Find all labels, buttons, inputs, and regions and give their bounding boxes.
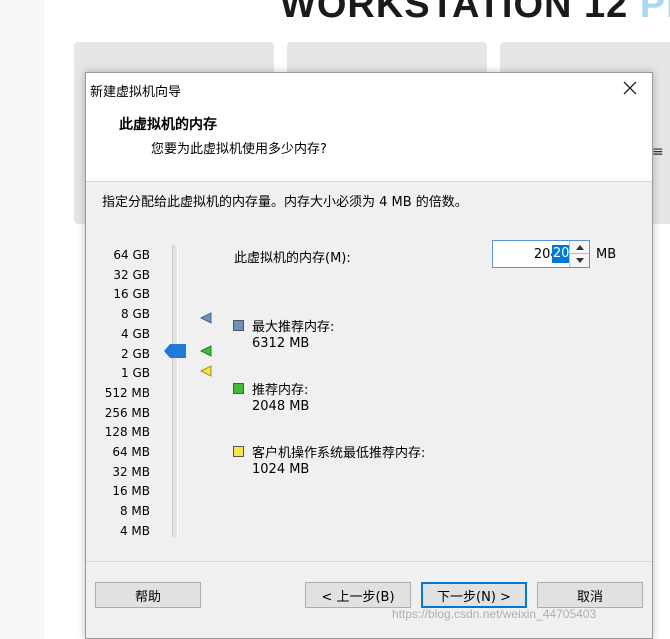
cancel-button[interactable]: 取消: [537, 582, 643, 608]
footer-divider: [86, 561, 652, 562]
watermark: https://blog.csdn.net/weixin_44705403: [392, 607, 597, 621]
memory-increment-button[interactable]: [569, 241, 589, 254]
chevron-up-icon: [575, 244, 584, 250]
instruction-text: 指定分配给此虚拟机的内存量。内存大小必须为 4 MB 的倍数。: [102, 195, 468, 210]
max-recommended-value: 6312 MB: [252, 336, 310, 351]
scale-label[interactable]: 512 MB: [105, 383, 150, 403]
minimum-recommended-swatch: [233, 446, 244, 457]
scale-label[interactable]: 256 MB: [105, 403, 150, 423]
scale-label[interactable]: 4 MB: [120, 521, 150, 541]
scale-label[interactable]: 8 MB: [120, 501, 150, 521]
recommended-marker-icon: [200, 345, 212, 357]
memory-spinbox[interactable]: 2048: [492, 240, 590, 268]
close-button[interactable]: [608, 73, 652, 105]
back-button[interactable]: < 上一步(B): [305, 582, 411, 608]
max-recommended-marker-icon: [200, 312, 212, 324]
memory-unit: MB: [596, 247, 617, 262]
scale-label[interactable]: 8 GB: [121, 304, 150, 324]
memory-label: 此虚拟机的内存(M):: [234, 251, 351, 266]
scale-label[interactable]: 128 MB: [105, 422, 150, 442]
scale-label[interactable]: 32 MB: [112, 462, 150, 482]
recommended-swatch: [233, 383, 244, 394]
memory-slider-track[interactable]: [172, 245, 178, 537]
scale-label[interactable]: 32 GB: [113, 265, 150, 285]
new-vm-wizard-dialog: 新建虚拟机向导 此虚拟机的内存 您要为此虚拟机使用多少内存? 指定分配给此虚拟机…: [85, 72, 653, 639]
minimum-recommended-value: 1024 MB: [252, 462, 310, 477]
scale-label[interactable]: 2 GB: [121, 344, 150, 364]
menu-icon: ≡: [652, 144, 664, 160]
brand-title: WORKSTATION 12 PR: [280, 0, 670, 26]
help-button[interactable]: 帮助: [95, 582, 201, 608]
scale-label[interactable]: 1 GB: [121, 363, 150, 383]
memory-slider-thumb[interactable]: [164, 344, 186, 358]
chevron-down-icon: [575, 258, 584, 263]
minimum-recommended-label: 客户机操作系统最低推荐内存:: [252, 446, 426, 461]
recommended-label: 推荐内存:: [252, 383, 309, 398]
page-subtitle: 您要为此虚拟机使用多少内存?: [151, 142, 327, 157]
next-button[interactable]: 下一步(N) >: [421, 582, 527, 608]
dialog-titlebar[interactable]: 新建虚拟机向导: [86, 73, 652, 105]
scale-label[interactable]: 64 GB: [113, 245, 150, 265]
page-title: 此虚拟机的内存: [119, 117, 217, 133]
scale-label[interactable]: 16 MB: [112, 481, 150, 501]
max-recommended-swatch: [233, 320, 244, 331]
minimum-recommended-marker-icon: [200, 365, 212, 377]
window-title: 新建虚拟机向导: [90, 85, 182, 100]
scale-label[interactable]: 64 MB: [112, 442, 150, 462]
close-icon: [623, 81, 637, 95]
scale-label[interactable]: 16 GB: [113, 284, 150, 304]
scale-label[interactable]: 4 GB: [121, 324, 150, 344]
wizard-header: 此虚拟机的内存 您要为此虚拟机使用多少内存?: [86, 105, 652, 182]
memory-decrement-button[interactable]: [569, 254, 589, 267]
background-left-strip: [0, 0, 44, 639]
max-recommended-label: 最大推荐内存:: [252, 320, 335, 335]
memory-input[interactable]: [493, 241, 569, 267]
recommended-value: 2048 MB: [252, 399, 310, 414]
